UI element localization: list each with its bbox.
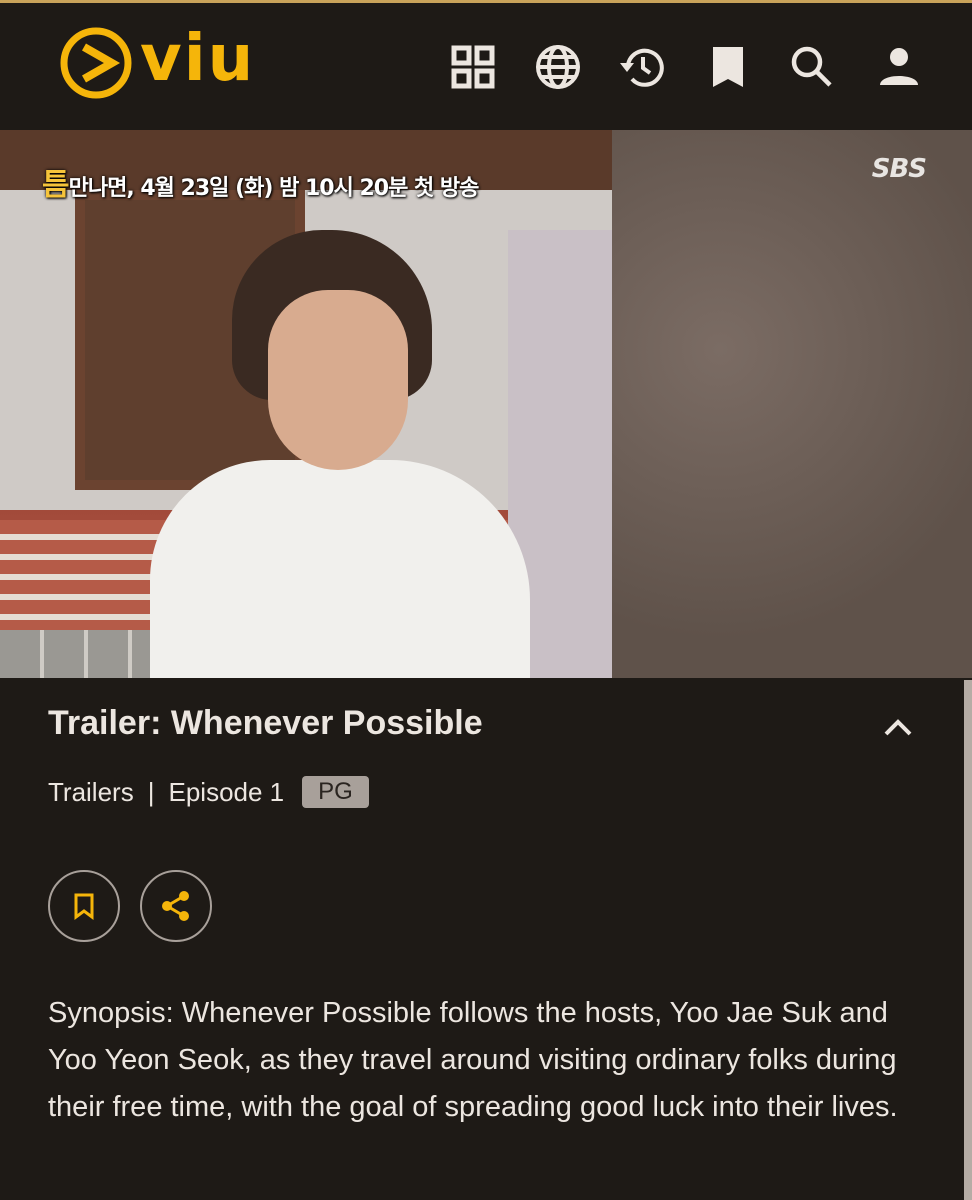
- play-logo-icon: [60, 27, 132, 99]
- synopsis-text: Synopsis: Whenever Possible follows the …: [48, 997, 898, 1123]
- action-buttons: [48, 870, 212, 942]
- search-icon[interactable]: [788, 43, 836, 91]
- broadcaster-watermark: SBS: [871, 154, 927, 184]
- bookmark-outline-icon: [74, 893, 94, 920]
- episode-label: Episode 1: [168, 776, 285, 807]
- categories-grid-icon[interactable]: [449, 43, 497, 91]
- video-frame-person-face: [268, 290, 408, 470]
- viu-logo[interactable]: viu: [58, 25, 255, 101]
- episode-meta: Trailers | Episode 1 PG: [48, 776, 369, 808]
- language-globe-icon[interactable]: [534, 43, 582, 91]
- meta-separator: |: [147, 776, 155, 807]
- history-icon[interactable]: [618, 43, 666, 91]
- rating-badge: PG: [302, 776, 369, 808]
- header: viu: [0, 3, 972, 130]
- caption-highlight: 틈: [42, 168, 70, 203]
- scrollbar[interactable]: [964, 680, 972, 1200]
- video-frame-person: [150, 460, 530, 678]
- share-icon: [162, 891, 189, 921]
- collapse-chevron-up-icon[interactable]: [880, 710, 916, 746]
- episode-title: Trailer: Whenever Possible: [48, 704, 483, 742]
- category-label: Trailers: [48, 776, 134, 807]
- logo-text: viu: [140, 22, 256, 96]
- video-frame-pillar: [612, 130, 972, 678]
- caption-text: 만나면, 4월 23일 (화) 밤 10시 20분 첫 방송: [68, 176, 480, 201]
- bookmark-icon[interactable]: [704, 43, 752, 91]
- video-player[interactable]: 틈만나면, 4월 23일 (화) 밤 10시 20분 첫 방송 SBS: [0, 130, 972, 678]
- share-button[interactable]: [140, 870, 212, 942]
- add-to-watchlist-button[interactable]: [48, 870, 120, 942]
- profile-icon[interactable]: [875, 43, 923, 91]
- video-caption: 틈만나면, 4월 23일 (화) 밤 10시 20분 첫 방송: [42, 160, 480, 204]
